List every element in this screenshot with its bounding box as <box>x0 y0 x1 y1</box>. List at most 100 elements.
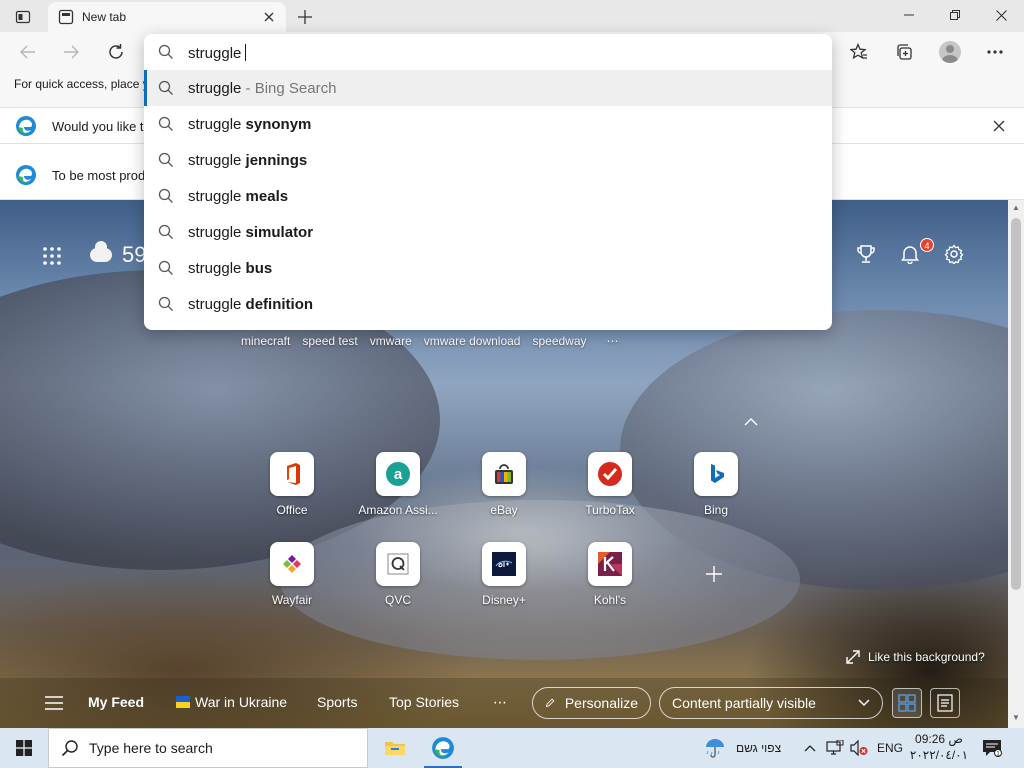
apps-launcher-button[interactable] <box>42 246 62 266</box>
suggestion-completion: bus <box>245 260 273 277</box>
page-scrollbar[interactable]: ▲ ▼ <box>1008 200 1024 728</box>
weather-tray-item[interactable]: צפוי גשם <box>704 728 781 768</box>
search-icon <box>158 80 173 95</box>
back-button[interactable] <box>15 39 41 65</box>
collapse-tiles-button[interactable] <box>744 414 758 426</box>
show-hidden-icons-button[interactable] <box>804 728 816 768</box>
tab-sports[interactable]: Sports <box>317 694 357 710</box>
grid-layout-button[interactable] <box>892 688 922 718</box>
tab-top-stories[interactable]: Top Stories <box>389 694 459 710</box>
network-button[interactable] <box>826 728 844 768</box>
weather-tray-text: צפוי גשם <box>736 741 782 755</box>
add-shortcut-button[interactable] <box>700 560 728 588</box>
suggestion-item[interactable]: struggle meals <box>144 178 832 214</box>
expand-icon <box>846 650 860 664</box>
suggestion-completion: definition <box>245 296 314 313</box>
like-background-button[interactable]: Like this background? <box>846 650 985 664</box>
settings-more-button[interactable] <box>981 38 1009 66</box>
search-icon <box>158 188 173 203</box>
scrollbar-thumb[interactable] <box>1011 218 1021 590</box>
list-layout-button[interactable] <box>930 688 960 718</box>
content-visibility-dropdown[interactable]: Content partially visible <box>659 687 883 719</box>
refresh-icon <box>109 44 123 59</box>
trending-link[interactable]: vmware download <box>424 334 521 348</box>
suggestion-completion: synonym <box>245 116 312 133</box>
taskbar-search-box[interactable]: Type here to search <box>48 728 368 768</box>
suggestion-item[interactable]: struggle simulator <box>144 214 832 250</box>
suggestion-item[interactable]: struggle - Bing Search <box>144 70 832 106</box>
trending-link[interactable]: speed test <box>302 334 357 348</box>
disney-icon <box>482 542 526 586</box>
trending-more-button[interactable]: ⋯ <box>607 334 619 348</box>
quick-link-office[interactable]: Office <box>248 452 336 517</box>
suggestion-item[interactable]: struggle bus <box>144 250 832 286</box>
pencil-icon <box>545 698 555 708</box>
search-icon <box>158 296 173 311</box>
chevron-up-icon <box>744 418 758 426</box>
folder-icon <box>385 742 405 755</box>
plus-icon <box>298 10 312 24</box>
quick-link-kohls[interactable]: Kohl's <box>566 542 654 607</box>
window-controls <box>886 0 1024 32</box>
tab-war-in-ukraine[interactable]: War in Ukraine <box>176 694 287 710</box>
page-settings-button[interactable] <box>944 244 966 266</box>
infobar1-text: Would you like t <box>52 119 144 134</box>
ebay-icon <box>482 452 526 496</box>
minimize-icon <box>904 14 914 16</box>
chevron-down-icon <box>858 699 870 706</box>
suggestion-item[interactable]: struggle synonym <box>144 106 832 142</box>
scroll-down-arrow-icon[interactable]: ▼ <box>1012 714 1020 722</box>
quick-link-disney[interactable]: Disney+ <box>460 542 548 607</box>
restore-button[interactable] <box>932 0 978 30</box>
quick-link-bing[interactable]: Bing <box>672 452 760 517</box>
infobar1-close-button[interactable] <box>990 117 1008 135</box>
forward-button[interactable] <box>58 39 84 65</box>
edge-taskbar-button[interactable] <box>420 728 466 768</box>
favorites-button[interactable] <box>845 38 873 66</box>
windows-logo-icon <box>16 740 32 756</box>
address-bar-input[interactable]: struggle <box>144 34 832 70</box>
volume-button[interactable] <box>850 728 868 768</box>
input-language-indicator[interactable]: ENG <box>877 728 903 768</box>
tab-my-feed[interactable]: My Feed <box>88 694 144 710</box>
minimize-button[interactable] <box>886 0 932 30</box>
suggestion-prefix: struggle <box>188 260 246 277</box>
notifications-button[interactable]: 4 <box>900 238 934 266</box>
new-tab-button[interactable] <box>292 4 318 30</box>
text-caret <box>245 44 247 61</box>
tab-actions-button[interactable] <box>8 6 38 28</box>
suggestion-item[interactable]: struggle jennings <box>144 142 832 178</box>
weather-widget[interactable]: 59 <box>90 241 146 268</box>
favorites-hint-text: For quick access, place y <box>14 77 149 91</box>
feed-more-button[interactable]: ⋯ <box>493 694 507 711</box>
personalize-button[interactable]: Personalize <box>532 687 651 719</box>
start-button[interactable] <box>0 728 48 768</box>
notifications-center-button[interactable]: 1 <box>982 728 1002 768</box>
clock-time: 09:26 ص <box>915 732 963 746</box>
taskbar-clock[interactable]: 09:26 ص ٢٠٢٢/٠٤/٠١ <box>906 731 972 763</box>
quick-link-turbotax[interactable]: TurboTax <box>566 452 654 517</box>
trending-link[interactable]: speedway <box>532 334 586 348</box>
scroll-up-arrow-icon[interactable]: ▲ <box>1012 204 1020 212</box>
quick-link-wayfair[interactable]: Wayfair <box>248 542 336 607</box>
quick-link-label: Bing <box>703 503 729 517</box>
suggestion-prefix: struggle <box>188 296 246 313</box>
trending-link[interactable]: minecraft <box>241 334 290 348</box>
refresh-button[interactable] <box>103 39 129 65</box>
quick-link-ebay[interactable]: eBay <box>460 452 548 517</box>
rewards-button[interactable] <box>856 244 878 266</box>
trending-link[interactable]: vmware <box>370 334 412 348</box>
feed-menu-button[interactable] <box>45 696 63 710</box>
infobar2-text: To be most prod <box>52 168 146 183</box>
close-window-button[interactable] <box>978 0 1024 30</box>
file-explorer-button[interactable] <box>372 728 418 768</box>
tab-new-tab[interactable]: New tab <box>48 2 286 32</box>
suggestion-item[interactable]: struggle definition <box>144 286 832 322</box>
favorites-star-icon <box>850 43 867 60</box>
profile-button[interactable] <box>936 38 964 66</box>
collections-button[interactable] <box>890 38 918 66</box>
quick-link-amazon[interactable]: a Amazon Assi... <box>354 452 442 517</box>
quick-link-qvc[interactable]: QVC <box>354 542 442 607</box>
taskbar-search-placeholder: Type here to search <box>89 740 213 756</box>
tab-close-button[interactable] <box>260 8 278 26</box>
